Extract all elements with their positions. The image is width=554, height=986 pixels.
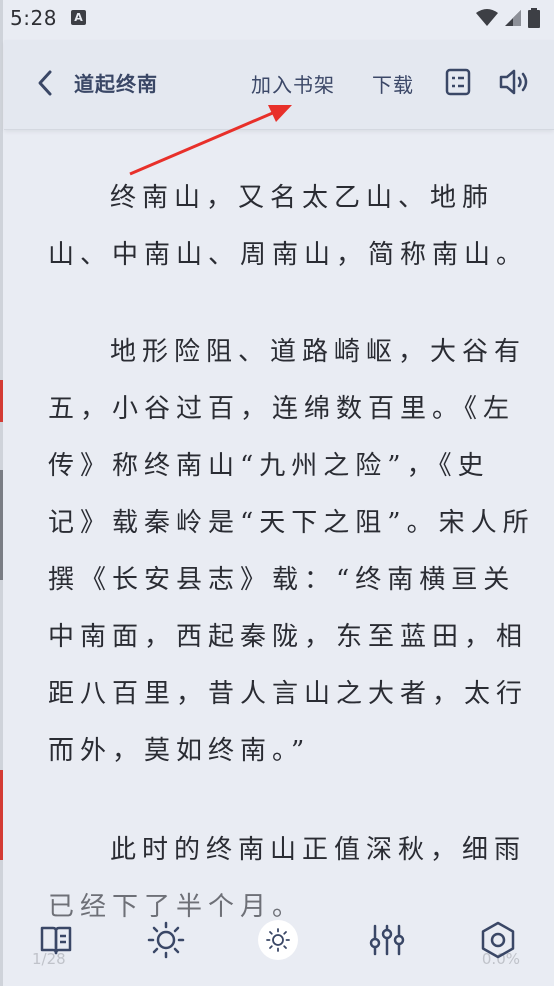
display-settings-button[interactable] [366,919,408,961]
wifi-icon [476,9,498,26]
notification-badge: A [71,10,86,25]
text-line: 此时的终南山正值深秋，细雨 [110,835,527,865]
text-line: 撰《长安县志》载：“终南横亘关 [48,565,516,595]
add-to-shelf-button[interactable]: 加入书架 [251,69,335,98]
left-edge-mark [0,470,3,580]
battery-icon [528,8,540,28]
left-edge-mark [0,380,3,422]
text-line: 传》称终南山“九州之险”，《史 [48,451,490,481]
left-edge-mark [0,770,3,860]
text-line: 记》载秦岭是“天下之阻”。宋人所 [48,508,535,538]
text-line: 地形险阻、道路崎岖，大谷有 [110,337,527,367]
back-chevron-icon [38,70,52,96]
book-title: 道起终南 [74,72,158,96]
settings-button[interactable] [477,919,519,961]
speaker-icon [499,69,528,95]
status-bar: 5:28 A [0,0,554,38]
status-time: 5:28 [10,6,57,30]
reader-bottom-bar: 1/28 0.0% [0,905,554,986]
settings-hexagon-icon [481,921,515,959]
signal-icon [505,10,521,26]
catalog-button[interactable] [35,919,77,961]
brightness-icon [147,921,185,959]
reader-top-bar: 道起终南 加入书架 下载 [4,40,554,130]
sliders-icon [369,924,405,956]
download-button[interactable]: 下载 [372,69,414,98]
toc-icon [445,68,471,96]
back-button[interactable] [32,68,60,98]
text-line: 距八百里，昔人言山之大者，太行 [48,679,529,709]
toc-button[interactable] [445,68,471,96]
paragraph: 终南山，又名太乙山、地肺 山、中南山、周南山，简称南山。 [48,170,529,284]
read-aloud-button[interactable] [498,67,530,97]
brightness-toggle-button[interactable] [258,920,298,960]
book-icon [40,926,72,955]
paragraph: 地形险阻、道路崎岖，大谷有 五，小谷过百，连绵数百里。《左 传》称终南山“九州之… [48,324,535,780]
status-icons [476,8,540,28]
reader-screen: 5:28 A 道起终南 加入书架 下载 终南山，又名太乙山、地肺 山、中南山、周… [0,0,554,986]
reading-content: 终南山，又名太乙山、地肺 山、中南山、周南山，简称南山。 地形险阻、道路崎岖，大… [48,170,535,936]
text-line: 山、中南山、周南山，简称南山。 [48,240,529,270]
brightness-up-button[interactable] [145,919,187,961]
text-line: 五，小谷过百，连绵数百里。《左 [48,394,516,424]
text-line: 终南山，又名太乙山、地肺 [110,183,495,213]
brightness-low-icon [266,928,290,952]
text-line: 中南面，西起秦陇，东至蓝田，相 [48,622,529,652]
text-line: 而外，莫如终南。” [48,736,311,766]
